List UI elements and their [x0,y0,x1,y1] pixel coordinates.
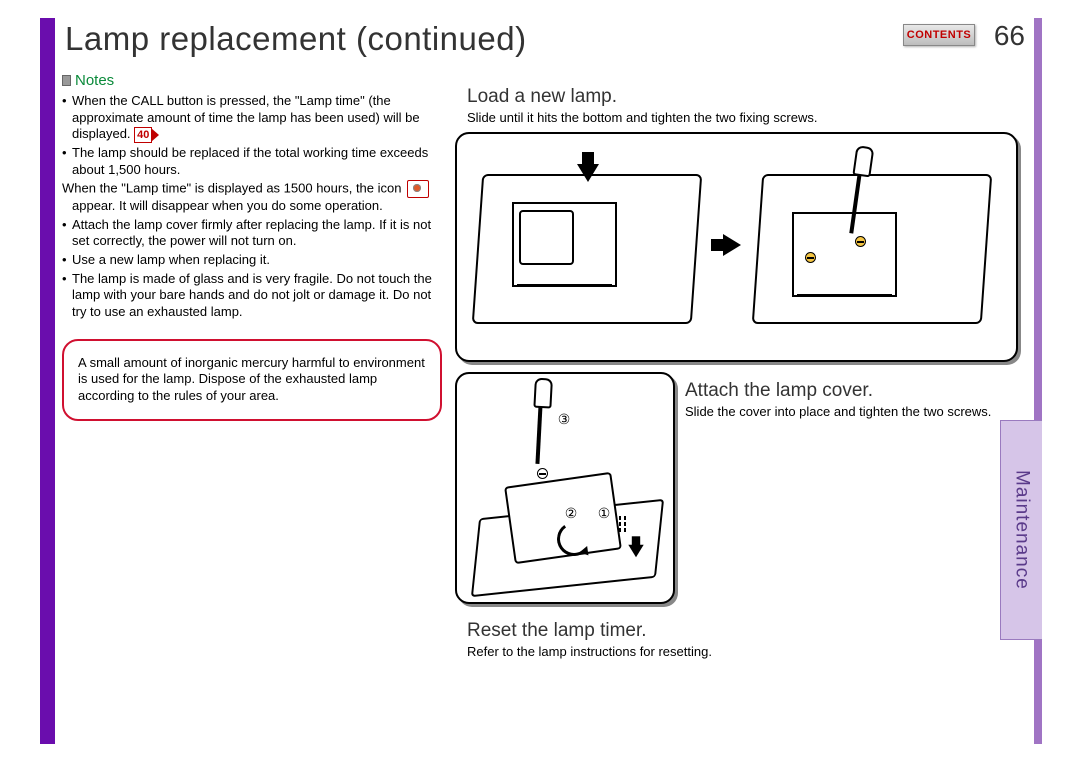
section-tab[interactable]: Maintenance [1000,420,1042,640]
mercury-warning-box: A small amount of inorganic mercury harm… [62,339,442,422]
notes-heading-text: Notes [75,72,114,89]
step-title: Attach the lamp cover. [685,380,1018,402]
step-desc: Refer to the lamp instructions for reset… [467,644,1018,660]
note-item: • When the CALL button is pressed, the "… [62,93,442,143]
screw-icon [537,468,548,479]
note-item: • The lamp is made of glass and is very … [62,271,442,321]
lamp-warning-icon [407,180,429,198]
down-arrow-icon [628,545,643,558]
note-text: Use a new lamp when replacing it. [72,252,270,269]
note-item: • Use a new lamp when replacing it. [62,252,442,269]
manual-page: Lamp replacement (continued) CONTENTS 66… [0,0,1080,764]
screw-icon [805,252,816,263]
step-marker-2: ② [562,504,580,522]
page-ref-link[interactable]: 40 [134,127,152,143]
note-icon [62,75,71,86]
step-marker-1: ① [595,504,613,522]
notes-column: Notes • When the CALL button is pressed,… [0,0,455,764]
page-number: 66 [994,20,1025,52]
notes-heading: Notes [62,72,442,89]
note-text: The lamp is made of glass and is very fr… [72,271,442,321]
steps-column: Load a new lamp. Slide until it hits the… [455,0,1080,764]
section-tab-label: Maintenance [1011,470,1033,590]
right-arrow-icon [723,234,741,256]
note-item: • Attach the lamp cover firmly after rep… [62,217,442,250]
step-title: Reset the lamp timer. [467,620,1018,642]
note-item: • The lamp should be replaced if the tot… [62,145,442,178]
step-desc: Slide until it hits the bottom and tight… [467,110,1018,126]
screw-icon [855,236,866,247]
contents-button[interactable]: CONTENTS [903,24,975,46]
note-text: When the CALL button is pressed, the "La… [72,93,420,141]
note-item: When the "Lamp time" is displayed as 150… [62,180,442,215]
note-text: The lamp should be replaced if the total… [72,145,442,178]
page-title: Lamp replacement (continued) [40,20,527,58]
screwdriver-icon [535,396,543,464]
down-arrow-icon [577,164,599,182]
page-title-bar: Lamp replacement (continued) [40,18,985,60]
step-title: Load a new lamp. [467,86,1018,108]
title-accent-bar [40,18,55,744]
figure-load-lamp [455,132,1018,362]
step-marker-3: ③ [555,410,573,428]
figure-attach-cover: ③ ② ① [455,372,675,604]
notes-list: • When the CALL button is pressed, the "… [62,93,442,321]
warning-text: A small amount of inorganic mercury harm… [78,355,425,404]
note-text: Attach the lamp cover firmly after repla… [72,217,442,250]
step-desc: Slide the cover into place and tighten t… [685,404,1018,420]
